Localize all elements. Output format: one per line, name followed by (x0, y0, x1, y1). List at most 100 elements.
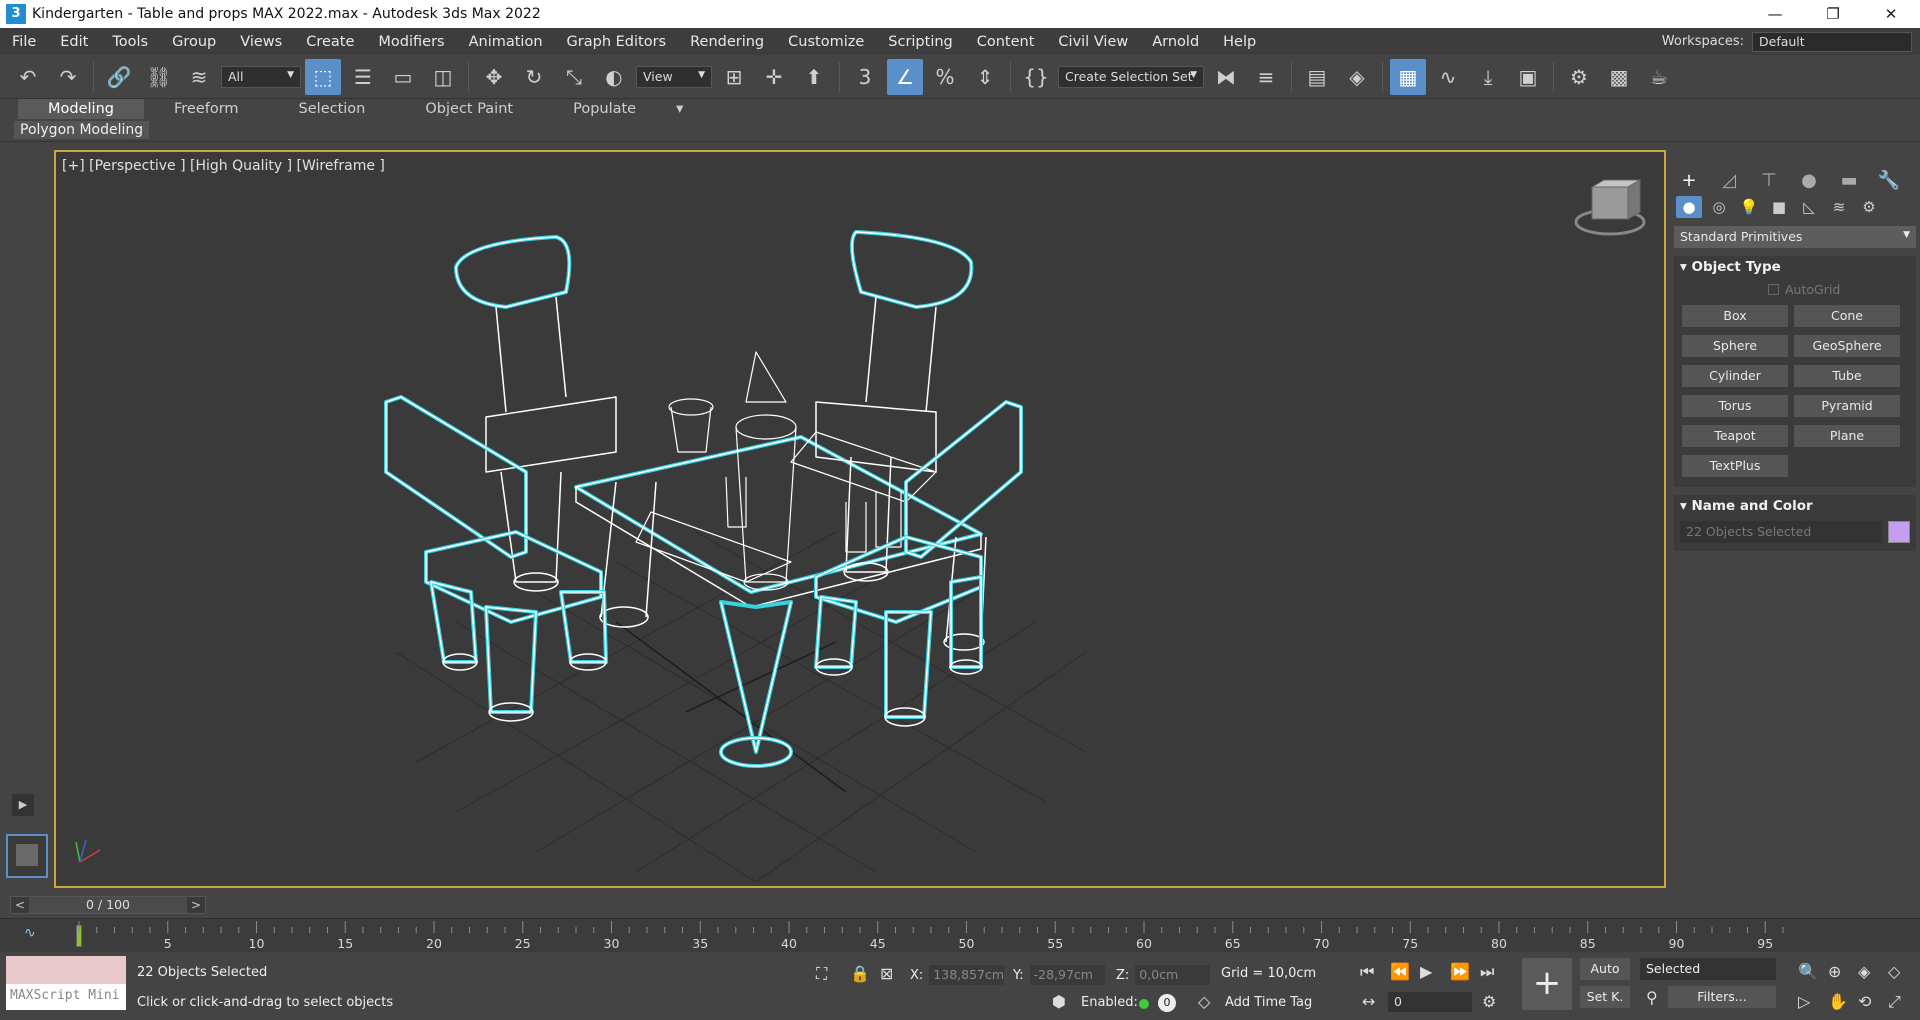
next-key-icon[interactable]: ⏩ (1450, 962, 1470, 981)
menu-animation[interactable]: Animation (457, 34, 555, 50)
display-tab-icon[interactable]: ▬ (1836, 168, 1862, 192)
ribbon-toggle-icon[interactable]: ▦ (1390, 58, 1426, 95)
space-warps-icon[interactable]: ≋ (1826, 196, 1852, 218)
pivot-center-icon[interactable]: ⊞ (716, 59, 752, 95)
add-time-tag[interactable]: Add Time Tag (1225, 995, 1312, 1010)
set-key-icon[interactable]: + (1522, 958, 1572, 1010)
geometry-icon[interactable]: ● (1676, 196, 1702, 218)
menu-tools[interactable]: Tools (100, 34, 160, 50)
torus-button[interactable]: Torus (1682, 395, 1788, 417)
window-crossing-icon[interactable]: ◫ (425, 59, 461, 95)
prev-frame-icon[interactable]: < (11, 898, 29, 912)
place-icon[interactable]: ◐ (596, 59, 632, 95)
select-object-icon[interactable]: ⬚ (305, 58, 341, 95)
field-of-view-icon[interactable]: ▷ (1798, 992, 1810, 1011)
select-by-name-icon[interactable]: ☰ (345, 59, 381, 95)
render-production-icon[interactable]: ☕ (1641, 59, 1677, 95)
ribbon-options-icon[interactable]: ▾ (666, 99, 693, 119)
auto-key-button[interactable]: Auto (1580, 958, 1630, 980)
pyramid-button[interactable]: Pyramid (1794, 395, 1900, 417)
reference-coordinate-dropdown[interactable]: View (636, 65, 712, 88)
key-filters-icon[interactable]: ⚲ (1646, 988, 1658, 1007)
goto-start-icon[interactable]: ⏮ (1360, 962, 1374, 982)
motion-tab-icon[interactable]: ● (1796, 168, 1822, 192)
scene-explorer-icon[interactable]: ▤ (1299, 59, 1335, 95)
tube-button[interactable]: Tube (1794, 365, 1900, 387)
geosphere-button[interactable]: GeoSphere (1794, 335, 1900, 357)
helpers-icon[interactable]: ◺ (1796, 196, 1822, 218)
object-type-header[interactable]: ▾ Object Type (1674, 256, 1916, 278)
menu-civil-view[interactable]: Civil View (1046, 34, 1140, 50)
rotate-icon[interactable]: ↻ (516, 59, 552, 95)
select-manipulate-icon[interactable]: ✛ (756, 59, 792, 95)
bind-spacewarp-icon[interactable]: ≋ (181, 59, 217, 95)
orbit-icon[interactable]: ⟲ (1858, 992, 1871, 1011)
menu-views[interactable]: Views (228, 34, 294, 50)
align-icon[interactable]: ≡ (1248, 59, 1284, 95)
tab-freeform[interactable]: Freeform (144, 99, 269, 119)
snaps-toggle-icon[interactable]: 3 (847, 59, 883, 95)
menu-edit[interactable]: Edit (48, 34, 100, 50)
next-frame-icon[interactable]: > (187, 898, 205, 912)
menu-content[interactable]: Content (965, 34, 1047, 50)
move-icon[interactable]: ✥ (476, 59, 512, 95)
pan-icon[interactable]: ✋ (1828, 992, 1848, 1011)
curve-editor-icon[interactable]: ∿ (1430, 59, 1466, 95)
mirror-icon[interactable]: ⧓ (1208, 59, 1244, 95)
zoom-extents-all-icon[interactable]: ◇ (1888, 962, 1900, 981)
scale-icon[interactable]: ⤡ (556, 59, 592, 95)
cylinder-button[interactable]: Cylinder (1682, 365, 1788, 387)
maximize-button[interactable]: ❐ (1804, 0, 1862, 28)
cameras-icon[interactable]: ■ (1766, 196, 1792, 218)
textplus-button[interactable]: TextPlus (1682, 455, 1788, 477)
time-tag-icon[interactable]: ◇ (1198, 992, 1210, 1011)
tab-modeling[interactable]: Modeling (18, 99, 144, 119)
x-coordinate-field[interactable]: 138,857cm (929, 965, 1005, 985)
redo-icon[interactable]: ↷ (50, 59, 86, 95)
workspaces-dropdown[interactable]: Default (1752, 31, 1912, 52)
rect-selection-icon[interactable]: ▭ (385, 59, 421, 95)
minimize-button[interactable]: — (1746, 0, 1804, 28)
cone-button[interactable]: Cone (1794, 305, 1900, 327)
maxscript-input[interactable]: MAXScript Mini (6, 984, 126, 1010)
spinner-snap-icon[interactable]: ⇕ (967, 59, 1003, 95)
systems-icon[interactable]: ⚙ (1856, 196, 1882, 218)
keyboard-shortcut-icon[interactable]: ⬆ (796, 59, 832, 95)
adaptive-degradation-icon[interactable]: ⬢ (1052, 992, 1066, 1011)
object-color-swatch[interactable] (1888, 521, 1910, 543)
angle-snap-icon[interactable]: ∠ (887, 58, 923, 95)
key-mode-dropdown[interactable]: Selected (1640, 958, 1776, 980)
rendered-frame-icon[interactable]: ▩ (1601, 59, 1637, 95)
autogrid-checkbox[interactable] (1768, 284, 1779, 295)
zoom-icon[interactable]: 🔍 (1798, 962, 1818, 981)
menu-graph-editors[interactable]: Graph Editors (555, 34, 679, 50)
key-mode-icon[interactable]: ↔ (1362, 992, 1375, 1011)
zoom-extents-icon[interactable]: ◈ (1858, 962, 1870, 981)
edit-named-selection-icon[interactable]: {} (1018, 59, 1054, 95)
plane-button[interactable]: Plane (1794, 425, 1900, 447)
object-name-field[interactable]: 22 Objects Selected (1680, 521, 1882, 543)
tab-object-paint[interactable]: Object Paint (395, 99, 543, 119)
goto-end-icon[interactable]: ⏭ (1480, 962, 1494, 982)
percent-snap-icon[interactable]: % (927, 59, 963, 95)
name-color-header[interactable]: ▾ Name and Color (1674, 495, 1916, 517)
menu-customize[interactable]: Customize (776, 34, 876, 50)
close-button[interactable]: ✕ (1862, 0, 1920, 28)
maximize-viewport-icon[interactable]: ⤢ (1888, 992, 1901, 1012)
autogrid-option[interactable]: AutoGrid (1674, 278, 1916, 301)
y-coordinate-field[interactable]: -28,97cm (1029, 965, 1105, 985)
undo-icon[interactable]: ↶ (10, 59, 46, 95)
menu-help[interactable]: Help (1211, 34, 1268, 50)
time-display-icon[interactable]: 0 (1158, 994, 1176, 1012)
utilities-tab-icon[interactable]: 🔧 (1876, 168, 1902, 192)
teapot-button[interactable]: Teapot (1682, 425, 1788, 447)
menu-rendering[interactable]: Rendering (678, 34, 776, 50)
sphere-button[interactable]: Sphere (1682, 335, 1788, 357)
z-coordinate-field[interactable]: 0,0cm (1135, 965, 1211, 985)
layer-explorer-icon[interactable]: ◈ (1339, 59, 1375, 95)
shapes-icon[interactable]: ◎ (1706, 196, 1732, 218)
modify-tab-icon[interactable]: ◿ (1716, 168, 1742, 192)
link-icon[interactable]: 🔗 (101, 59, 137, 95)
maxscript-listener[interactable]: MAXScript Mini (6, 956, 126, 1012)
current-frame-field[interactable]: 0 (1388, 992, 1472, 1012)
